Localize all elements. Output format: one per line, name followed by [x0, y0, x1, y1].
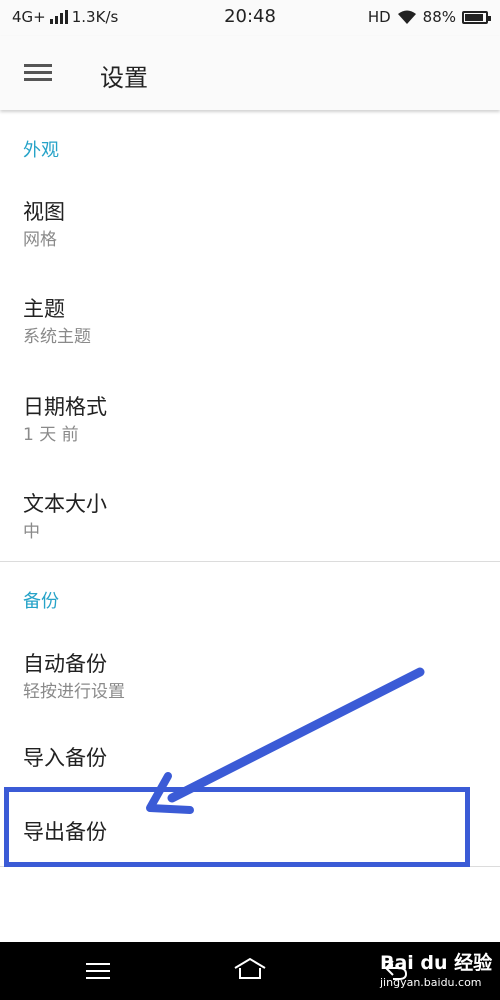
section-divider: [0, 561, 500, 562]
pref-summary: 1 天 前: [23, 425, 79, 445]
battery-percent: 88%: [422, 8, 456, 26]
pref-date-format[interactable]: 日期格式 1 天 前: [0, 366, 500, 464]
battery-icon: [462, 10, 491, 24]
pref-auto-backup[interactable]: 自动备份 轻按进行设置: [0, 624, 500, 722]
pref-title: 导入备份: [23, 746, 107, 770]
hamburger-menu-icon[interactable]: [24, 62, 52, 84]
pref-title: 视图: [23, 200, 65, 224]
pref-summary: 网格: [23, 230, 57, 250]
pref-summary: 轻按进行设置: [23, 682, 125, 702]
app-bar: 设置: [0, 36, 500, 110]
wifi-icon: [397, 10, 417, 25]
status-bar: 4G+ 1.3K/s 20:48 HD 88%: [0, 0, 500, 36]
pref-text-size[interactable]: 文本大小 中: [0, 464, 500, 560]
pref-summary: 中: [23, 522, 40, 542]
annotation-highlight-box: [4, 787, 470, 867]
pref-title: 自动备份: [23, 652, 107, 676]
section-header-appearance: 外观: [23, 140, 59, 161]
pref-theme[interactable]: 主题 系统主题: [0, 268, 500, 366]
baidu-watermark: Bai du 经验 jingyan.baidu.com: [380, 944, 495, 996]
watermark-sub: jingyan.baidu.com: [380, 976, 482, 989]
status-right: HD 88%: [367, 8, 491, 26]
hd-indicator: HD: [367, 8, 391, 26]
watermark-main: Bai du 经验: [380, 952, 493, 974]
pref-summary: 系统主题: [23, 327, 91, 347]
home-icon[interactable]: [232, 956, 268, 982]
pref-title: 文本大小: [23, 492, 107, 516]
pref-view[interactable]: 视图 网格: [0, 172, 500, 268]
pref-title: 日期格式: [23, 395, 107, 419]
menu-icon[interactable]: [86, 962, 110, 980]
section-header-backup: 备份: [23, 591, 59, 612]
page-title: 设置: [100, 64, 148, 92]
pref-import-backup[interactable]: 导入备份: [0, 722, 500, 792]
pref-title: 主题: [23, 297, 65, 321]
